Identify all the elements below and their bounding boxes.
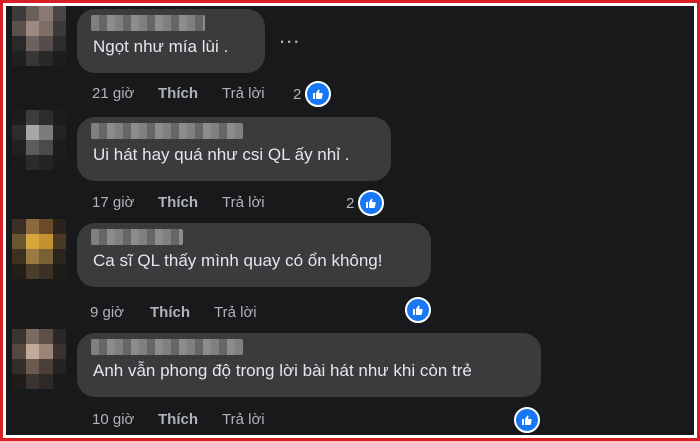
timestamp[interactable]: 10 giờ [92,411,134,428]
like-button[interactable]: Thích [150,304,190,321]
reaction-summary[interactable]: 2 [293,81,332,107]
more-icon[interactable]: ... [279,25,300,47]
reaction-count: 2 [346,194,355,212]
avatar[interactable] [12,329,66,389]
comment-text: Anh vẫn phong độ trong lời bài hát như k… [93,361,472,380]
author-name-blurred[interactable] [91,229,183,245]
reply-button[interactable]: Trả lời [222,411,265,428]
like-button[interactable]: Thích [158,85,198,102]
comment-item: Ca sĩ QL thấy mình quay có ổn không! 9 g… [6,216,694,323]
comment-bubble: Anh vẫn phong độ trong lời bài hát như k… [77,333,541,397]
comments-panel: Ngọt như mía lùi . ... 21 giờ Thích Trả … [6,6,694,435]
reaction-count: 2 [293,85,302,103]
like-icon [305,81,332,107]
reply-button[interactable]: Trả lời [222,85,265,102]
reaction-summary[interactable]: 2 [346,190,385,216]
like-button[interactable]: Thích [158,194,198,211]
like-icon [358,190,385,216]
comment-bubble: Ngọt như mía lùi . [77,9,265,73]
comment-item: Ui hát hay quá như csi QL ấy nhỉ . 17 gi… [6,110,694,216]
comment-text: Ca sĩ QL thấy mình quay có ổn không! [93,251,383,270]
timestamp[interactable]: 9 giờ [90,304,124,321]
reply-button[interactable]: Trả lời [214,304,257,321]
comment-text: Ngọt như mía lùi . [93,37,229,56]
like-button[interactable]: Thích [158,411,198,428]
comment-bubble: Ca sĩ QL thấy mình quay có ổn không! [77,223,431,287]
like-icon [514,407,540,433]
screenshot-frame: Ngọt như mía lùi . ... 21 giờ Thích Trả … [0,0,700,441]
comment-item: Anh vẫn phong độ trong lời bài hát như k… [6,326,694,433]
author-name-blurred[interactable] [91,15,205,31]
author-name-blurred[interactable] [91,339,243,355]
reaction-summary[interactable] [401,297,431,323]
comment-item: Ngọt như mía lùi . ... 21 giờ Thích Trả … [6,6,694,110]
timestamp[interactable]: 17 giờ [92,194,134,211]
avatar[interactable] [12,110,66,170]
reply-button[interactable]: Trả lời [222,194,265,211]
like-icon [405,297,431,323]
reaction-summary[interactable] [510,407,540,433]
comment-text: Ui hát hay quá như csi QL ấy nhỉ . [93,145,350,164]
avatar[interactable] [12,219,66,279]
timestamp[interactable]: 21 giờ [92,85,134,102]
author-name-blurred[interactable] [91,123,243,139]
comment-bubble: Ui hát hay quá như csi QL ấy nhỉ . [77,117,391,181]
avatar[interactable] [12,6,66,66]
